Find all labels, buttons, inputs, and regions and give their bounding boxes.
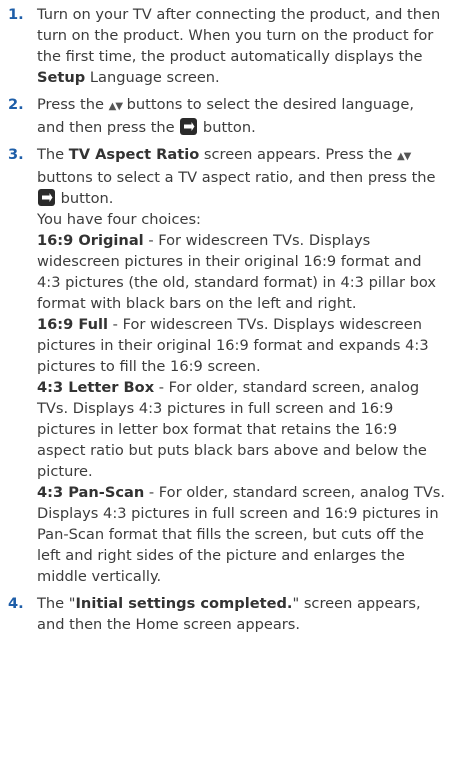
step-number: 1. — [8, 6, 24, 23]
tv-aspect-ratio-term: TV Aspect Ratio — [68, 146, 200, 163]
step-body: The "Initial settings completed." screen… — [37, 593, 446, 635]
step-text: The "Initial settings completed." screen… — [37, 595, 421, 633]
enter-button-icon — [180, 118, 198, 135]
step-number: 4. — [8, 595, 24, 612]
step-4: 4. The "Initial settings completed." scr… — [4, 593, 446, 635]
up-down-arrows-icon: ▲▼ — [108, 101, 123, 112]
step-text: Turn on your TV after connecting the pro… — [37, 6, 441, 86]
step-number: 3. — [8, 146, 24, 163]
setup-term: Setup — [37, 69, 86, 86]
aspect-option-16-9-original: 16:9 Original - For widescreen TVs. Disp… — [37, 230, 446, 314]
step-text: Press the ▲▼ buttons to select the desir… — [37, 96, 414, 136]
step-text: The TV Aspect Ratio screen appears. Pres… — [37, 146, 436, 207]
initial-settings-term: Initial settings completed. — [75, 595, 293, 612]
aspect-option-4-3-pan-scan: 4:3 Pan-Scan - For older, standard scree… — [37, 482, 446, 587]
aspect-option-16-9-full: 16:9 Full - For widescreen TVs. Displays… — [37, 314, 446, 377]
aspect-option-4-3-letter-box: 4:3 Letter Box - For older, standard scr… — [37, 377, 446, 482]
option-name: 16:9 Full — [37, 316, 109, 333]
step-3: 3. The TV Aspect Ratio screen appears. P… — [4, 144, 446, 587]
instructions-page: 1. Turn on your TV after connecting the … — [0, 0, 452, 773]
setup-steps-list: 1. Turn on your TV after connecting the … — [0, 0, 452, 635]
step-body: Press the ▲▼ buttons to select the desir… — [37, 94, 446, 138]
option-name: 4:3 Pan-Scan — [37, 484, 145, 501]
enter-button-icon — [38, 189, 55, 206]
step-1: 1. Turn on your TV after connecting the … — [4, 4, 446, 88]
step-body: Turn on your TV after connecting the pro… — [37, 4, 446, 88]
step-body: The TV Aspect Ratio screen appears. Pres… — [37, 144, 446, 587]
up-down-arrows-icon: ▲▼ — [396, 151, 411, 162]
step-2: 2. Press the ▲▼ buttons to select the de… — [4, 94, 446, 138]
step-number: 2. — [8, 96, 24, 113]
option-name: 4:3 Letter Box — [37, 379, 155, 396]
option-name: 16:9 Original — [37, 232, 144, 249]
choices-intro: You have four choices: — [37, 211, 201, 228]
